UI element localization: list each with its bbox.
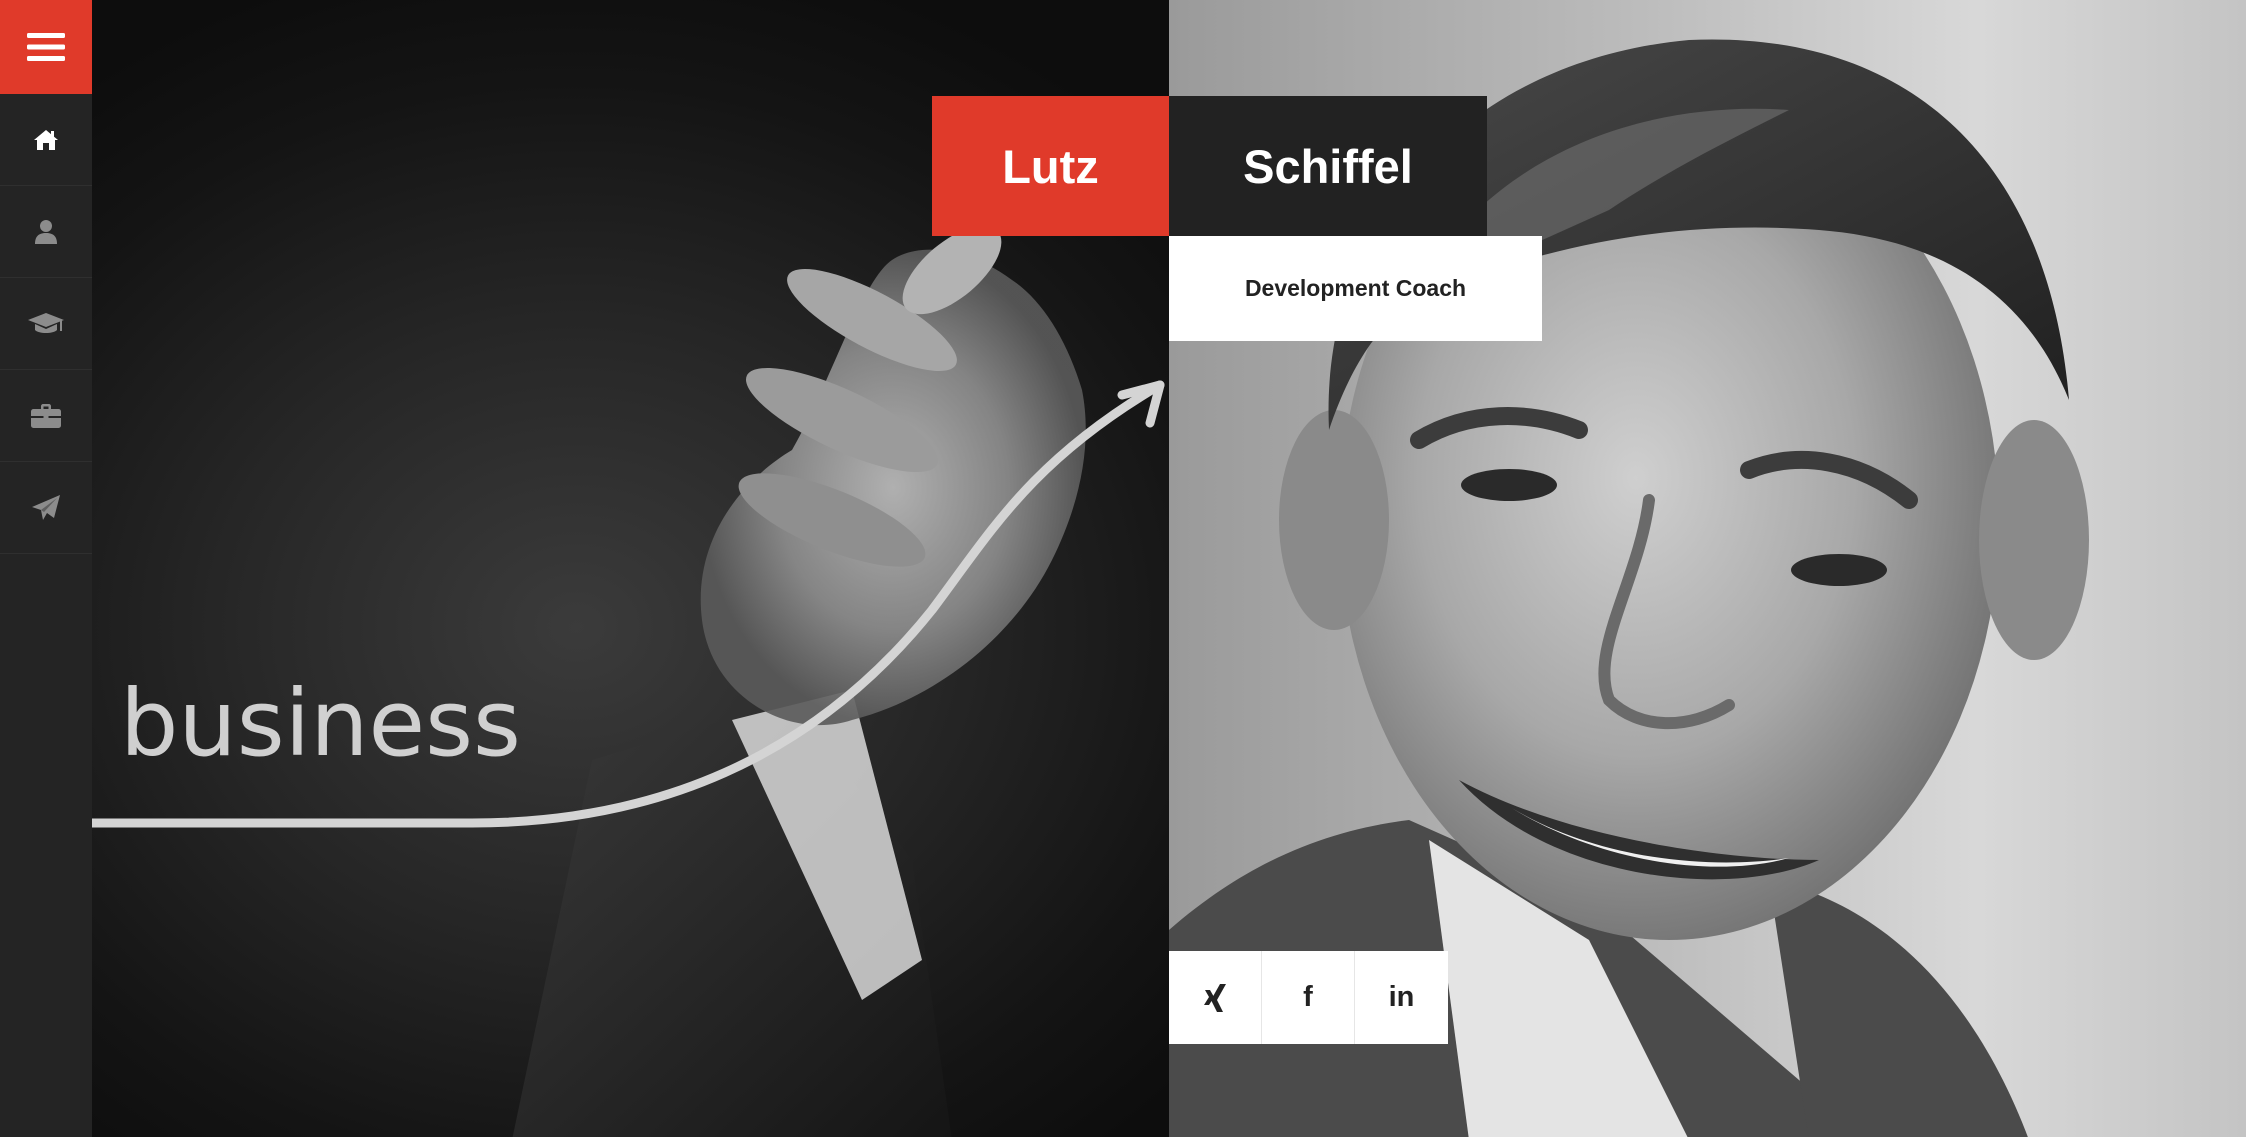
facebook-link[interactable]: f	[1262, 951, 1355, 1044]
nav-item-education[interactable]	[0, 278, 92, 370]
home-icon	[34, 129, 58, 150]
job-title: Development Coach	[1169, 236, 1542, 341]
hamburger-menu-icon	[27, 33, 65, 61]
facebook-icon: f	[1303, 981, 1313, 1013]
user-icon	[35, 219, 57, 244]
paper-plane-icon	[32, 494, 60, 520]
briefcase-icon	[31, 403, 61, 428]
page: business Lutz Schiffel Development Coach…	[0, 0, 2246, 1140]
social-links: f in	[1169, 951, 1448, 1044]
xing-link[interactable]	[1169, 951, 1262, 1044]
first-name: Lutz	[932, 96, 1169, 236]
nav-item-about[interactable]	[0, 186, 92, 278]
menu-toggle-button[interactable]	[0, 0, 92, 94]
linkedin-link[interactable]: in	[1355, 951, 1448, 1044]
linkedin-icon: in	[1388, 981, 1415, 1013]
last-name: Schiffel	[1169, 96, 1487, 236]
nav-item-home[interactable]	[0, 94, 92, 186]
nav-item-experience[interactable]	[0, 370, 92, 462]
chalk-word: business	[120, 670, 521, 777]
sidebar	[0, 0, 92, 1140]
nav-item-contact[interactable]	[0, 462, 92, 554]
graduation-cap-icon	[28, 312, 64, 333]
xing-icon	[1204, 983, 1226, 1012]
